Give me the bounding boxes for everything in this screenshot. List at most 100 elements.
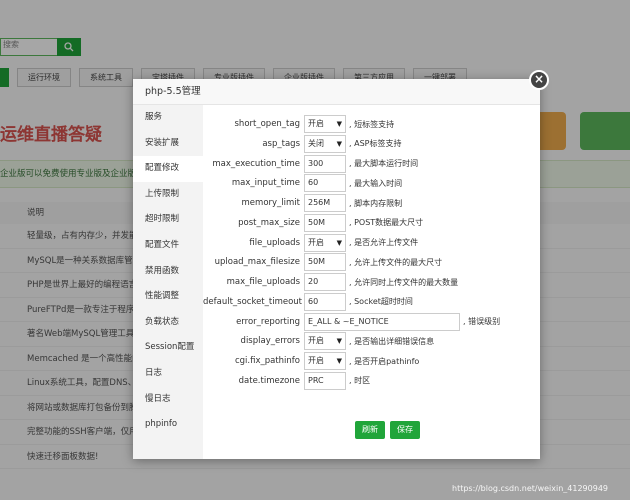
config-row: short_open_tag 开启 ▼ , 短标签支持 <box>203 114 394 134</box>
config-description: , 短标签支持 <box>346 119 394 130</box>
description-text: 最大脚本运行时间 <box>354 159 419 168</box>
sidebar-item[interactable]: 服务 <box>133 105 203 131</box>
config-description: , ASP标签支持 <box>346 138 401 149</box>
config-label: post_max_size <box>238 217 300 228</box>
config-input[interactable]: 60 <box>304 174 346 193</box>
config-select[interactable]: 开启 ▼ <box>304 352 346 370</box>
caret-down-icon: ▼ <box>336 337 342 346</box>
field-value: E_ALL & ~E_NOTICE <box>308 316 389 326</box>
sidebar-item[interactable]: 日志 <box>133 361 203 387</box>
config-input[interactable]: 300 <box>304 154 346 173</box>
field-value: 256M <box>308 198 331 207</box>
description-text: 是否开启pathinfo <box>354 356 420 366</box>
description-text: 短标签支持 <box>354 119 395 129</box>
config-label: max_file_uploads <box>226 277 300 287</box>
config-input[interactable]: PRC <box>304 371 346 390</box>
config-row: upload_max_filesize 50M , 允许上传文件的最大尺寸 <box>203 252 442 272</box>
config-label: asp_tags <box>262 138 300 149</box>
watermark: https://blog.csdn.net/weixin_41290949 <box>452 484 609 493</box>
config-row: cgi.fix_pathinfo 开启 ▼ , 是否开启pathinfo <box>203 351 419 371</box>
description-text: POST数据最大尺寸 <box>354 218 424 228</box>
description-text: ASP标签支持 <box>354 139 402 149</box>
config-row: max_execution_time 300 , 最大脚本运行时间 <box>203 154 418 174</box>
config-row: max_input_time 60 , 最大输入时间 <box>203 173 402 193</box>
form-buttons: 刷新 保存 <box>355 421 420 439</box>
field-value: 关闭 <box>308 138 324 148</box>
description-text: 脚本内存限制 <box>354 198 403 208</box>
config-input[interactable]: 256M <box>304 194 346 212</box>
config-label: max_input_time <box>231 178 300 189</box>
config-label: memory_limit <box>241 198 300 208</box>
field-value: 60 <box>308 296 319 306</box>
field-value: 50M <box>308 217 326 227</box>
description-text: Socket超时时间 <box>354 297 413 307</box>
sidebar-item[interactable]: 超时限制 <box>133 207 203 233</box>
config-description: , POST数据最大尺寸 <box>346 217 423 228</box>
sidebar-item[interactable]: 上传限制 <box>133 182 203 208</box>
dialog-title: php-5.5管理 <box>133 79 540 105</box>
save-button[interactable]: 保存 <box>390 421 420 439</box>
refresh-button[interactable]: 刷新 <box>355 421 385 439</box>
config-description: , 时区 <box>346 375 370 386</box>
config-row: post_max_size 50M , POST数据最大尺寸 <box>203 213 423 233</box>
config-description: , 是否输出详细错误信息 <box>346 336 434 347</box>
field-value: 开启 <box>308 356 324 365</box>
config-row: display_errors 开启 ▼ , 是否输出详细错误信息 <box>203 331 434 351</box>
config-description: , 错误级别 <box>460 316 500 327</box>
sidebar-item[interactable]: 禁用函数 <box>133 259 203 285</box>
field-value: 50M <box>308 257 326 267</box>
config-description: , 最大脚本运行时间 <box>346 158 418 169</box>
field-value: 60 <box>308 178 319 188</box>
config-row: default_socket_timeout 60 , Socket超时时间 <box>203 292 413 312</box>
sidebar-item[interactable]: phpinfo <box>133 412 203 438</box>
config-row: max_file_uploads 20 , 允许同时上传文件的最大数量 <box>203 272 458 292</box>
description-text: 允许上传文件的最大尺寸 <box>354 257 443 267</box>
config-description: , 脚本内存限制 <box>346 198 402 209</box>
config-label: upload_max_filesize <box>214 257 300 268</box>
config-label: short_open_tag <box>234 119 301 129</box>
sidebar-item[interactable]: 安装扩展 <box>133 131 203 157</box>
field-value: 300 <box>308 158 324 168</box>
description-text: 允许同时上传文件的最大数量 <box>354 277 459 287</box>
config-select[interactable]: 开启 ▼ <box>304 233 346 252</box>
config-input[interactable]: 50M <box>304 213 346 232</box>
description-text: 错误级别 <box>468 317 501 326</box>
config-description: , 允许上传文件的最大尺寸 <box>346 257 442 268</box>
config-description: , 最大输入时间 <box>346 178 402 189</box>
config-input[interactable]: 50M <box>304 253 346 272</box>
config-input[interactable]: 60 <box>304 292 346 311</box>
config-select[interactable]: 关闭 ▼ <box>304 134 346 153</box>
caret-down-icon: ▼ <box>336 120 342 128</box>
config-label: default_socket_timeout <box>203 296 303 307</box>
config-description: , 是否允许上传文件 <box>346 237 418 248</box>
config-description: , Socket超时时间 <box>346 296 413 307</box>
sidebar-item[interactable]: 性能调整 <box>133 284 203 310</box>
config-description: , 允许同时上传文件的最大数量 <box>346 277 458 288</box>
config-label: display_errors <box>240 336 300 347</box>
config-description: , 是否开启pathinfo <box>346 356 419 367</box>
description-text: 时区 <box>354 376 371 386</box>
config-label: error_reporting <box>236 316 300 327</box>
config-row: memory_limit 256M , 脚本内存限制 <box>203 193 402 213</box>
sidebar-item[interactable]: 配置文件 <box>133 233 203 259</box>
field-value: 开启 <box>308 336 324 346</box>
php-settings-dialog: php-5.5管理 服务 安装扩展 配置修改 上传限制 超时限制 配置文件 禁用函数 性能调整… <box>133 79 540 459</box>
description-text: 最大输入时间 <box>354 178 403 188</box>
dialog-sidebar: 服务 安装扩展 配置修改 上传限制 超时限制 配置文件 禁用函数 性能调整 负载状态 Sessio… <box>133 105 203 459</box>
sidebar-item[interactable]: 配置修改 <box>133 156 203 182</box>
description-text: 是否输出详细错误信息 <box>354 336 435 346</box>
sidebar-item[interactable]: 慢日志 <box>133 387 203 413</box>
close-icon[interactable]: × <box>529 70 549 90</box>
config-input[interactable]: E_ALL & ~E_NOTICE <box>304 312 460 331</box>
config-row: file_uploads 开启 ▼ , 是否允许上传文件 <box>203 233 418 253</box>
sidebar-item[interactable]: 负载状态 <box>133 310 203 336</box>
config-label: file_uploads <box>249 237 300 248</box>
config-label: date.timezone <box>238 375 300 386</box>
field-value: 开启 <box>308 119 324 128</box>
config-select[interactable]: 开启 ▼ <box>304 115 346 133</box>
sidebar-item[interactable]: Session配置 <box>133 335 203 361</box>
config-input[interactable]: 20 <box>304 273 346 291</box>
config-select[interactable]: 开启 ▼ <box>304 332 346 351</box>
config-label: max_execution_time <box>212 158 300 169</box>
field-value: 开启 <box>308 237 324 247</box>
